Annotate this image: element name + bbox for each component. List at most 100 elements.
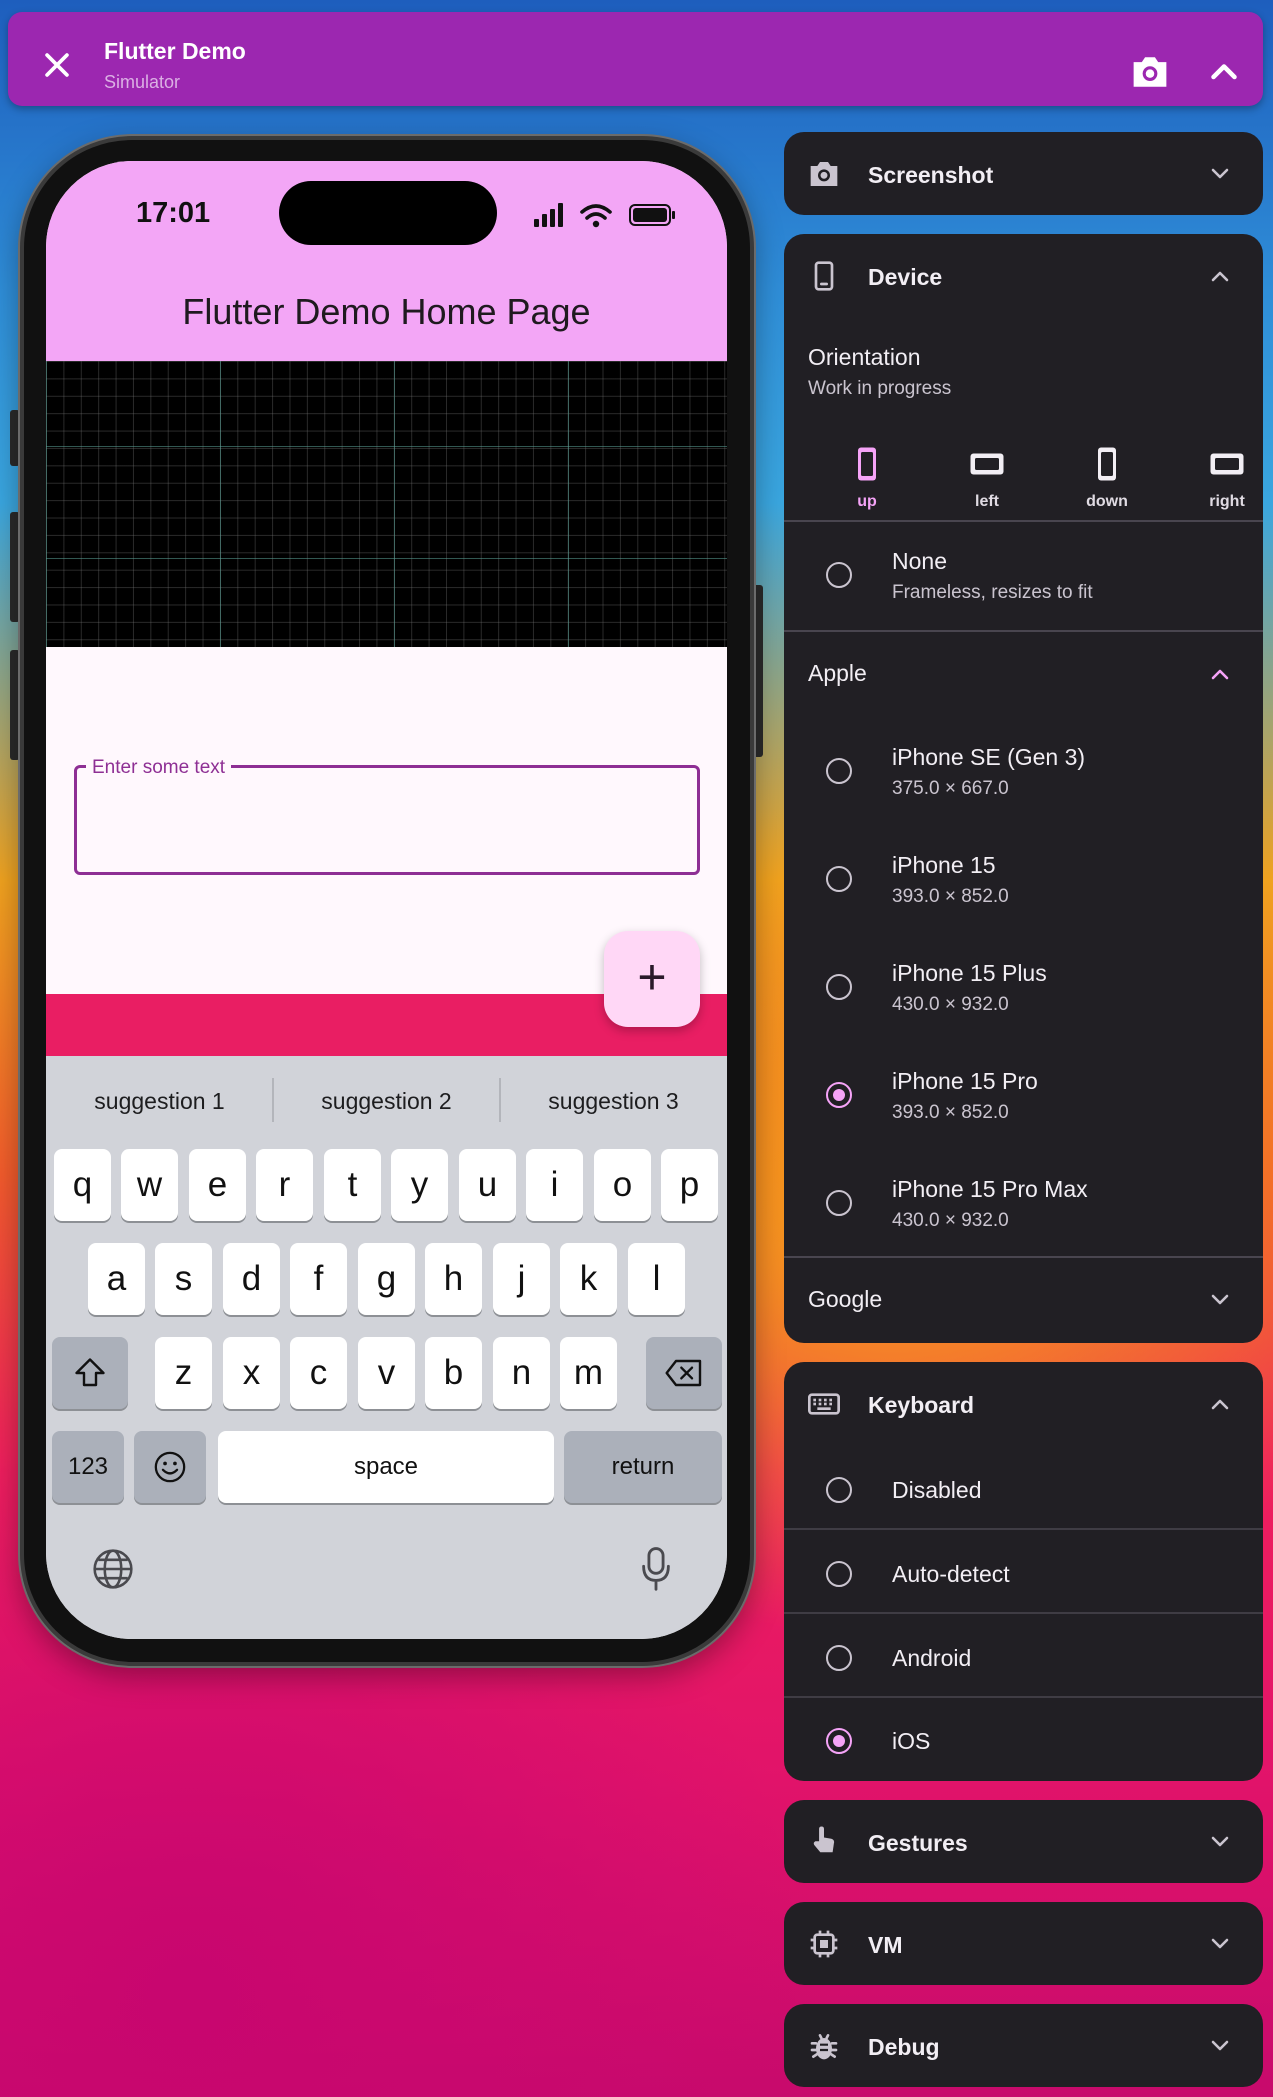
orientation-label: down bbox=[1086, 493, 1128, 510]
chevron-down-icon[interactable] bbox=[1208, 166, 1232, 182]
device-name: None bbox=[892, 548, 947, 574]
backspace-key[interactable] bbox=[646, 1337, 722, 1409]
globe-icon[interactable] bbox=[91, 1547, 135, 1591]
chevron-down-icon[interactable] bbox=[1208, 1936, 1232, 1952]
camera-icon[interactable] bbox=[1130, 54, 1170, 90]
radio-button[interactable] bbox=[826, 866, 852, 892]
device-option[interactable]: iPhone 15 393.0 × 852.0 bbox=[784, 826, 1263, 934]
emoji-key[interactable] bbox=[134, 1431, 206, 1503]
device-size: 393.0 × 852.0 bbox=[892, 1102, 1009, 1123]
chevron-up-icon[interactable] bbox=[1208, 268, 1232, 284]
device-name: iPhone 15 Plus bbox=[892, 960, 1047, 986]
screenshot-panel[interactable]: Screenshot bbox=[784, 132, 1263, 215]
vm-panel[interactable]: VM bbox=[784, 1902, 1263, 1985]
device-size: 393.0 × 852.0 bbox=[892, 886, 1009, 907]
panel-title: Device bbox=[868, 264, 943, 290]
simulator-top-bar: Flutter Demo Simulator bbox=[8, 12, 1263, 106]
orientation-down[interactable]: down bbox=[1047, 446, 1167, 511]
return-key[interactable]: return bbox=[564, 1431, 722, 1503]
orientation-subtitle: Work in progress bbox=[808, 378, 952, 399]
gestures-panel[interactable]: Gestures bbox=[784, 1800, 1263, 1883]
key[interactable]: k bbox=[560, 1243, 617, 1315]
key[interactable]: y bbox=[391, 1149, 448, 1221]
radio-button[interactable] bbox=[826, 1082, 852, 1108]
divider bbox=[784, 1696, 1263, 1698]
device-option[interactable]: iPhone 15 Plus 430.0 × 932.0 bbox=[784, 934, 1263, 1042]
radio-button[interactable] bbox=[826, 758, 852, 784]
numbers-key[interactable]: 123 bbox=[52, 1431, 124, 1503]
radio-button[interactable] bbox=[826, 974, 852, 1000]
device-name: iPhone 15 bbox=[892, 852, 996, 878]
microphone-icon[interactable] bbox=[636, 1545, 676, 1591]
debug-panel[interactable]: Debug bbox=[784, 2004, 1263, 2087]
keyboard-option[interactable]: Auto-detect bbox=[784, 1532, 1263, 1616]
key[interactable]: c bbox=[290, 1337, 347, 1409]
orientation-up[interactable]: up bbox=[807, 446, 927, 511]
phone-screen: 17:01 Flutter Demo Home Page Enter some … bbox=[46, 161, 727, 1639]
orientation-left[interactable]: left bbox=[927, 446, 1047, 511]
radio-button[interactable] bbox=[826, 1645, 852, 1671]
text-input[interactable] bbox=[74, 765, 700, 875]
chevron-down-icon[interactable] bbox=[1208, 2038, 1232, 2054]
key[interactable]: g bbox=[358, 1243, 415, 1315]
suggestion-item[interactable]: suggestion 3 bbox=[500, 1088, 727, 1115]
radio-button[interactable] bbox=[826, 1190, 852, 1216]
suggestion-item[interactable]: suggestion 2 bbox=[273, 1088, 500, 1115]
key[interactable]: i bbox=[526, 1149, 583, 1221]
app-title: Flutter Demo bbox=[104, 38, 246, 64]
key[interactable]: m bbox=[560, 1337, 617, 1409]
key[interactable]: v bbox=[358, 1337, 415, 1409]
device-name: iPhone SE (Gen 3) bbox=[892, 744, 1086, 770]
key[interactable]: w bbox=[121, 1149, 178, 1221]
radio-button[interactable] bbox=[826, 1728, 852, 1754]
device-option-none[interactable]: None Frameless, resizes to fit bbox=[784, 522, 1263, 630]
chevron-down-icon[interactable] bbox=[1208, 1834, 1232, 1850]
grid-canvas bbox=[46, 361, 727, 647]
device-panel: Device Orientation Work in progress up l… bbox=[784, 234, 1263, 1343]
key[interactable]: n bbox=[493, 1337, 550, 1409]
smartphone-icon bbox=[814, 261, 834, 291]
key[interactable]: q bbox=[54, 1149, 111, 1221]
key[interactable]: b bbox=[425, 1337, 482, 1409]
device-option-selected[interactable]: iPhone 15 Pro 393.0 × 852.0 bbox=[784, 1042, 1263, 1150]
key[interactable]: t bbox=[324, 1149, 381, 1221]
keyboard-option-selected[interactable]: iOS bbox=[784, 1700, 1263, 1781]
key[interactable]: f bbox=[290, 1243, 347, 1315]
group-google-header[interactable]: Google bbox=[784, 1258, 1263, 1343]
key[interactable]: u bbox=[459, 1149, 516, 1221]
key[interactable]: p bbox=[661, 1149, 718, 1221]
radio-button[interactable] bbox=[826, 1477, 852, 1503]
key[interactable]: x bbox=[223, 1337, 280, 1409]
panel-title: VM bbox=[868, 1932, 903, 1958]
text-input-label: Enter some text bbox=[86, 757, 232, 779]
radio-button[interactable] bbox=[826, 1561, 852, 1587]
device-option[interactable]: iPhone 15 Pro Max 430.0 × 932.0 bbox=[784, 1150, 1263, 1258]
key[interactable]: r bbox=[256, 1149, 313, 1221]
chevron-up-icon[interactable] bbox=[1208, 1396, 1232, 1412]
key[interactable]: a bbox=[88, 1243, 145, 1315]
key[interactable]: s bbox=[155, 1243, 212, 1315]
orientation-right[interactable]: right bbox=[1167, 446, 1263, 511]
group-apple-header[interactable]: Apple bbox=[784, 632, 1263, 718]
key[interactable]: l bbox=[628, 1243, 685, 1315]
emoji-icon bbox=[154, 1451, 186, 1483]
key[interactable]: o bbox=[594, 1149, 651, 1221]
key[interactable]: z bbox=[155, 1337, 212, 1409]
keyboard-option[interactable]: Disabled bbox=[784, 1448, 1263, 1532]
space-key[interactable]: space bbox=[218, 1431, 554, 1503]
add-fab-button[interactable]: + bbox=[604, 931, 700, 1027]
key[interactable]: e bbox=[189, 1149, 246, 1221]
chevron-up-icon[interactable] bbox=[1206, 56, 1242, 86]
device-option[interactable]: iPhone SE (Gen 3) 375.0 × 667.0 bbox=[784, 718, 1263, 826]
landscape-left-icon bbox=[970, 453, 1004, 475]
key[interactable]: j bbox=[493, 1243, 550, 1315]
suggestion-item[interactable]: suggestion 1 bbox=[46, 1088, 273, 1115]
key[interactable]: h bbox=[425, 1243, 482, 1315]
keyboard-option-label: iOS bbox=[892, 1728, 931, 1754]
shift-key[interactable] bbox=[52, 1337, 128, 1409]
keyboard-suggestions: suggestion 1 suggestion 2 suggestion 3 bbox=[46, 1056, 727, 1144]
close-icon[interactable] bbox=[40, 48, 74, 82]
key[interactable]: d bbox=[223, 1243, 280, 1315]
radio-button[interactable] bbox=[826, 562, 852, 588]
keyboard-option[interactable]: Android bbox=[784, 1616, 1263, 1700]
